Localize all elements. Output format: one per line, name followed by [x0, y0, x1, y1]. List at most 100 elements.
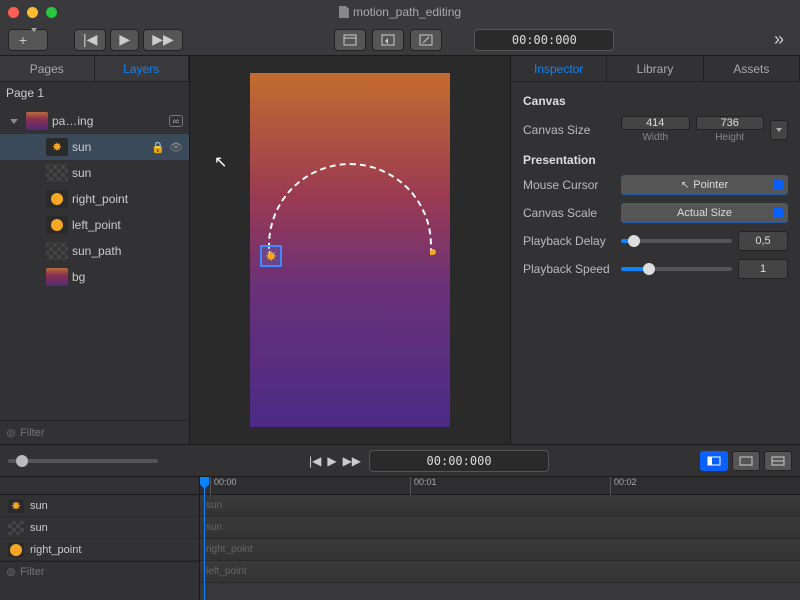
timeline-control-bar: |◀ ▶ ▶▶ 00:00:000: [0, 444, 800, 476]
track-row[interactable]: left_point: [200, 561, 800, 583]
canvas-size-preset-button[interactable]: [770, 120, 788, 140]
timeline-tracks[interactable]: 00:00 00:01 00:02 sun sun right_point le…: [200, 477, 800, 600]
playback-controls: |◀ ▶ ▶▶: [74, 29, 183, 51]
layer-thumbnail: ✸: [8, 499, 24, 513]
timeline-view-mode-1[interactable]: [700, 451, 728, 471]
ruler-tick: 00:02: [610, 477, 637, 495]
layer-tree: pa…ing ∞ ✸ sun 🔒 👁 sun right_poin: [0, 104, 189, 420]
canvas-size-label: Canvas Size: [523, 123, 615, 137]
filter-icon: ⊚: [6, 565, 16, 579]
layer-thumbnail: [46, 216, 68, 234]
zoom-window-button[interactable]: [46, 7, 57, 18]
document-name: motion_path_editing: [353, 5, 461, 19]
document-icon: [339, 6, 349, 18]
link-badge-icon: ∞: [169, 115, 183, 127]
layer-thumbnail: [46, 190, 68, 208]
toolbar-timecode[interactable]: 00:00:000: [474, 29, 614, 51]
view-mode-button-1[interactable]: [334, 29, 366, 51]
mouse-cursor-icon: ↖: [214, 152, 227, 172]
canvas-scale-label: Canvas Scale: [523, 206, 615, 220]
timeline-filter-bar: ⊚: [0, 561, 199, 581]
timeline-filter-input[interactable]: [20, 566, 162, 578]
overflow-button[interactable]: »: [766, 29, 792, 51]
right-panel: Inspector Library Assets Canvas Canvas S…: [510, 56, 800, 444]
playback-speed-value[interactable]: 1: [738, 259, 788, 279]
sun-object-selected[interactable]: ✸: [260, 245, 282, 267]
view-mode-button-2[interactable]: [372, 29, 404, 51]
visibility-icon[interactable]: 👁: [169, 141, 183, 154]
canvas-area[interactable]: ↖ ✸: [190, 56, 510, 444]
tab-library[interactable]: Library: [607, 56, 703, 81]
layer-filter-bar: ⊚: [0, 420, 189, 444]
fast-forward-button[interactable]: ▶▶: [143, 29, 183, 51]
timeline-layer-list: ✸ sun sun right_point ⊚: [0, 477, 200, 600]
track-row[interactable]: right_point: [200, 539, 800, 561]
playback-delay-label: Playback Delay: [523, 234, 615, 248]
motion-path[interactable]: [268, 163, 432, 253]
rewind-button[interactable]: |◀: [74, 29, 106, 51]
tab-pages[interactable]: Pages: [0, 56, 95, 81]
tab-layers[interactable]: Layers: [95, 56, 190, 81]
timeline-layer-row[interactable]: right_point: [0, 539, 199, 561]
width-sublabel: Width: [621, 132, 690, 143]
layer-row[interactable]: sun_path: [0, 238, 189, 264]
track-row[interactable]: sun: [200, 517, 800, 539]
canvas-scale-select[interactable]: Actual Size: [621, 203, 788, 223]
layer-thumbnail: [46, 242, 68, 260]
layer-filter-input[interactable]: [20, 427, 183, 439]
timeline-play-button[interactable]: ▶: [327, 454, 336, 468]
ruler-tick: 00:01: [410, 477, 437, 495]
layer-row[interactable]: bg: [0, 264, 189, 290]
ruler-tick: 00:00: [210, 477, 237, 495]
toolbar: + |◀ ▶ ▶▶ 00:00:000 »: [0, 24, 800, 56]
timeline-timecode[interactable]: 00:00:000: [369, 450, 549, 472]
layer-thumbnail: [46, 164, 68, 182]
timeline-view-mode-2[interactable]: [732, 451, 760, 471]
add-button[interactable]: +: [8, 29, 48, 51]
timeline-layer-row[interactable]: sun: [0, 517, 199, 539]
playback-speed-slider[interactable]: [621, 267, 732, 271]
timeline-rewind-button[interactable]: |◀: [309, 454, 321, 468]
layer-thumbnail: ✸: [46, 138, 68, 156]
close-window-button[interactable]: [8, 7, 19, 18]
tab-inspector[interactable]: Inspector: [511, 56, 607, 81]
canvas-height-input[interactable]: 736: [696, 116, 765, 130]
edit-mode-button[interactable]: [410, 29, 442, 51]
minimize-window-button[interactable]: [27, 7, 38, 18]
tab-assets[interactable]: Assets: [704, 56, 800, 81]
artboard[interactable]: ✸: [250, 73, 450, 427]
layer-row[interactable]: pa…ing ∞: [0, 108, 189, 134]
timeline-ruler[interactable]: 00:00 00:01 00:02: [200, 477, 800, 495]
layer-row[interactable]: ✸ sun 🔒 👁: [0, 134, 189, 160]
canvas-width-input[interactable]: 414: [621, 116, 690, 130]
layer-thumbnail: [46, 268, 68, 286]
filter-icon: ⊚: [6, 426, 16, 440]
layer-row[interactable]: right_point: [0, 186, 189, 212]
window-controls: [8, 7, 57, 18]
layer-row[interactable]: sun: [0, 160, 189, 186]
path-end-point[interactable]: [430, 249, 436, 255]
mouse-cursor-label: Mouse Cursor: [523, 178, 615, 192]
disclosure-icon[interactable]: [10, 119, 18, 124]
timeline-area: ✸ sun sun right_point ⊚ 00:00 00:01 00:0…: [0, 476, 800, 600]
play-button[interactable]: ▶: [110, 29, 139, 51]
timeline-view-mode-3[interactable]: [764, 451, 792, 471]
playback-delay-value[interactable]: 0,5: [738, 231, 788, 251]
layer-row[interactable]: left_point: [0, 212, 189, 238]
playhead[interactable]: [204, 477, 205, 600]
track-row[interactable]: sun: [200, 495, 800, 517]
timeline-layer-row[interactable]: ✸ sun: [0, 495, 199, 517]
playback-delay-slider[interactable]: [621, 239, 732, 243]
chevron-down-icon: [31, 32, 37, 48]
page-header[interactable]: Page 1: [0, 82, 189, 104]
mouse-cursor-select[interactable]: ↖Pointer: [621, 175, 788, 195]
zoom-slider[interactable]: [8, 459, 158, 463]
presentation-section-header: Presentation: [523, 153, 788, 167]
left-panel: Pages Layers Page 1 pa…ing ∞ ✸ sun 🔒 👁: [0, 56, 190, 444]
titlebar: motion_path_editing: [0, 0, 800, 24]
layer-thumbnail: [8, 521, 24, 535]
lock-icon[interactable]: 🔒: [151, 141, 165, 154]
timeline-fast-forward-button[interactable]: ▶▶: [343, 454, 361, 468]
document-title: motion_path_editing: [339, 5, 461, 19]
height-sublabel: Height: [696, 132, 765, 143]
